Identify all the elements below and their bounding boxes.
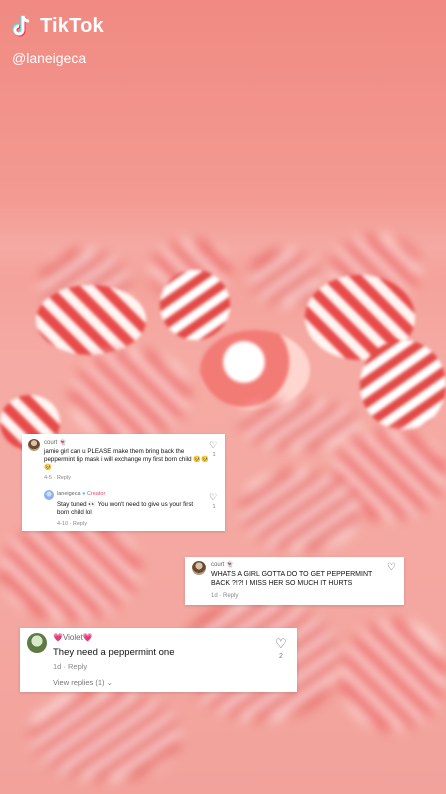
like-count: 1 <box>212 452 216 458</box>
comment-username[interactable]: court 👻 <box>211 561 233 568</box>
candy-decoration <box>200 330 310 410</box>
candy-decoration <box>240 400 360 450</box>
avatar[interactable] <box>28 439 40 451</box>
like-count: 1 <box>212 504 216 510</box>
comment-text: They need a peppermint one <box>53 647 175 658</box>
view-replies-link[interactable]: View replies (1) ⌄ <box>53 678 113 687</box>
comment-meta-reply[interactable]: 4-5 · Reply <box>44 475 71 481</box>
tiktok-watermark: TikTok <box>12 14 104 38</box>
reply-text: Stay tuned 👀 You won't need to give us y… <box>57 501 194 516</box>
comment-text: jamie girl can u PLEASE make them bring … <box>44 448 209 471</box>
creator-badge: Creator <box>86 491 106 497</box>
comment-card: court 👻 WHATS A GIRL GOTTA DO TO GET PEP… <box>185 557 404 605</box>
comment-username[interactable]: court 👻 <box>44 439 66 446</box>
candy-decoration <box>360 340 446 430</box>
like-count: 2 <box>279 653 283 660</box>
candy-decoration <box>250 250 320 305</box>
comment-meta-reply[interactable]: 1d · Reply <box>53 662 87 671</box>
candy-decoration <box>70 350 190 440</box>
video-frame[interactable]: TikTok @laneigeca court 👻 jamie girl can… <box>0 0 446 794</box>
candy-decoration <box>160 270 230 340</box>
tiktok-logo-icon <box>12 14 34 38</box>
comment-card: court 👻 jamie girl can u PLEASE make the… <box>22 434 225 531</box>
creator-handle: @laneigeca <box>12 50 87 66</box>
verified-icon: ● <box>82 491 86 497</box>
candy-decoration <box>30 690 180 780</box>
comment-username[interactable]: 💗Violet💗 <box>53 633 93 642</box>
reply-username-text: laneigeca <box>57 491 81 497</box>
candy-decoration <box>0 520 140 620</box>
like-heart-icon[interactable]: ♡ <box>209 492 217 503</box>
like-heart-icon[interactable]: ♡ <box>275 636 287 652</box>
like-heart-icon[interactable]: ♡ <box>387 562 396 573</box>
candy-decoration <box>36 285 146 355</box>
avatar[interactable] <box>192 561 206 575</box>
like-heart-icon[interactable]: ♡ <box>209 440 217 451</box>
candy-decoration <box>340 620 446 730</box>
avatar[interactable] <box>44 490 54 500</box>
reply-username[interactable]: laneigeca ● Creator <box>57 491 105 497</box>
avatar[interactable] <box>27 633 47 653</box>
reply-meta-reply[interactable]: 4-10 · Reply <box>57 521 87 527</box>
candy-decoration <box>240 470 360 550</box>
comment-card: 💗Violet💗 They need a peppermint one 1d ·… <box>20 628 297 692</box>
tiktok-wordmark: TikTok <box>40 14 104 37</box>
comment-meta-reply[interactable]: 1d · Reply <box>211 593 238 599</box>
comment-text: WHATS A GIRL GOTTA DO TO GET PEPPERMINT … <box>211 571 373 587</box>
